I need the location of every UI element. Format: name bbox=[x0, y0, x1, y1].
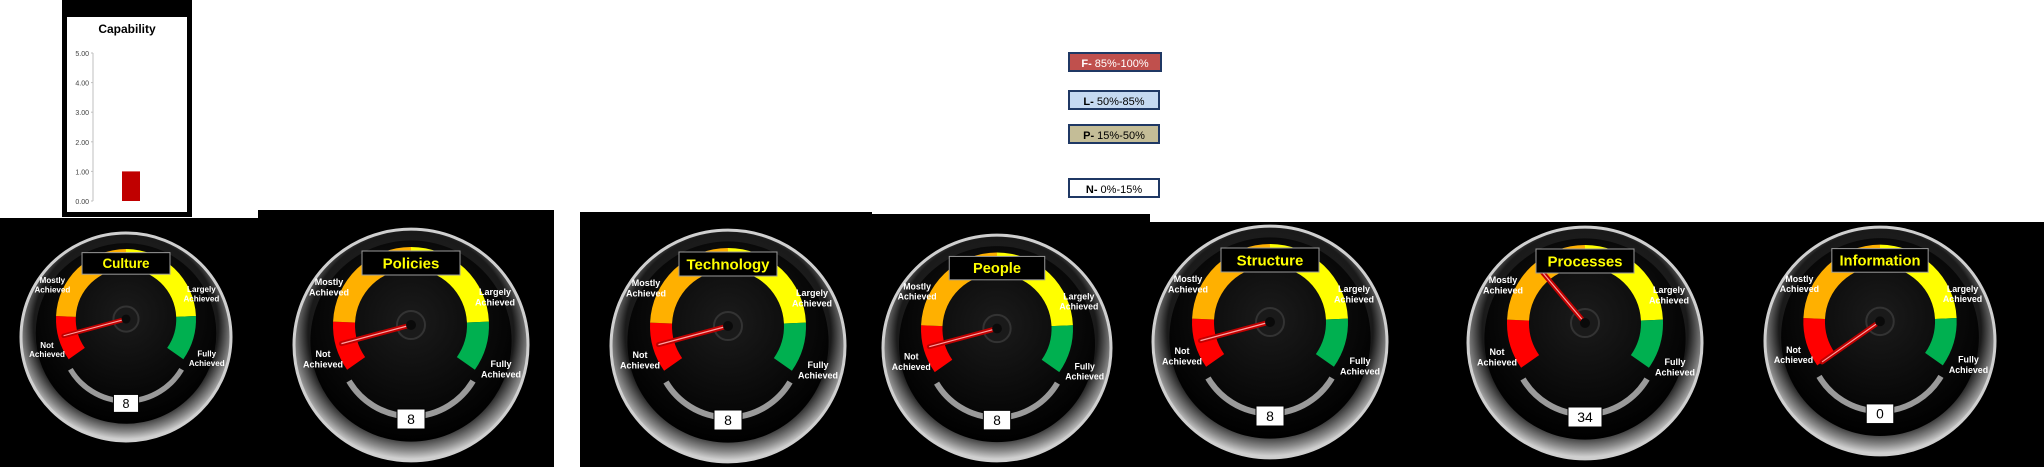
gauge-label-mostly: Mostly Achieved bbox=[1168, 274, 1208, 294]
gauge-zone-label-line: Achieved bbox=[898, 292, 937, 302]
gauge-policies: PoliciesMostly Achieved Largely AchievedNot… bbox=[292, 227, 530, 463]
gauge-zone-label-line: Achieved bbox=[1162, 356, 1202, 366]
gauge-zone-label-line: Achieved bbox=[34, 285, 70, 294]
gauge-zone-label-line: Achieved bbox=[303, 359, 343, 369]
gauge-zone-label-line: Fully bbox=[490, 359, 511, 369]
gauge-zone-label-line: Achieved bbox=[626, 288, 666, 298]
gauge-zone-label-line: Fully bbox=[1074, 361, 1095, 371]
gauge-label-mostly: Mostly Achieved bbox=[1780, 274, 1819, 294]
gauge-label-mostly: Mostly Achieved bbox=[1483, 275, 1523, 295]
gauge-zone-label-line: Achieved bbox=[1949, 365, 1988, 375]
gauge-zone-label-line: Achieved bbox=[1477, 357, 1517, 367]
gauge-title: Culture bbox=[102, 256, 150, 271]
gauge-zone-label-line: Achieved bbox=[1334, 294, 1374, 304]
gauge-needle-pivot bbox=[121, 314, 131, 324]
gauge-value: 8 bbox=[1266, 408, 1274, 424]
gauge-zone-label-line: Largely bbox=[796, 288, 828, 298]
gauge-zone-label-line: Achieved bbox=[475, 297, 515, 307]
gauge-zone-label-line: Achieved bbox=[1655, 367, 1695, 377]
gauge-people: PeopleMostly Achieved Largely AchievedNot Ac… bbox=[881, 233, 1113, 463]
gauge-zone-label-line: Mostly bbox=[40, 276, 66, 285]
gauge-zone-label-line: Achieved bbox=[1065, 372, 1104, 382]
gauge-title: Technology bbox=[686, 256, 770, 273]
gauge-zone-label-line: Achieved bbox=[1943, 294, 1982, 304]
gauge-zone-label-line: Fully bbox=[1958, 355, 1979, 365]
gauge-zone-label-line: Not bbox=[904, 352, 919, 362]
gauge-zone-label-line: Achieved bbox=[189, 359, 225, 368]
gauge-label-largely: Largely Achieved bbox=[475, 287, 515, 307]
gauge-zone-label-line: Achieved bbox=[798, 370, 838, 380]
gauge-zone-label-line: Achieved bbox=[1649, 295, 1689, 305]
gauge-label-largely: Largely Achieved bbox=[1649, 285, 1689, 305]
gauge-needle-pivot bbox=[1875, 316, 1885, 327]
gauge-technology: TechnologyMostly Achieved Largely AchievedN… bbox=[609, 228, 847, 464]
gauge-value: 8 bbox=[407, 411, 415, 427]
gauge-information: InformationMostly Achieved Largely Achieved… bbox=[1763, 225, 1997, 457]
gauge-zone-label-line: Largely bbox=[1653, 285, 1685, 295]
gauge-zone-label-line: Not bbox=[40, 341, 54, 350]
gauge-zone-label-line: Achieved bbox=[1780, 284, 1819, 294]
gauge-needle-pivot bbox=[406, 320, 416, 330]
gauge-label-mostly: Mostly Achieved bbox=[309, 277, 349, 297]
gauge-value: 34 bbox=[1577, 409, 1593, 425]
gauge-zone-label-line: Mostly bbox=[903, 282, 931, 292]
gauge-zone-label-line: Mostly bbox=[632, 278, 661, 288]
gauge-value: 8 bbox=[993, 413, 1001, 428]
gauge-zone-label-line: Achieved bbox=[1168, 284, 1208, 294]
gauge-zone-label-line: Largely bbox=[1063, 291, 1094, 301]
gauge-zone-label-line: Achieved bbox=[792, 298, 832, 308]
gauge-title: Processes bbox=[1547, 253, 1622, 270]
gauge-zone-label-line: Achieved bbox=[309, 287, 349, 297]
gauge-zone-label-line: Mostly bbox=[315, 277, 344, 287]
gauge-label-largely: Largely Achieved bbox=[1943, 284, 1982, 304]
gauges-layer: CultureMostly Achieved Largely AchievedNot A… bbox=[19, 224, 1997, 464]
gauge-zone-label-line: Not bbox=[1786, 345, 1801, 355]
gauge-label-largely: Largely Achieved bbox=[792, 288, 832, 308]
gauge-zone-label-line: Achieved bbox=[1774, 355, 1813, 365]
gauge-value: 0 bbox=[1876, 407, 1884, 422]
gauge-needle-pivot bbox=[723, 321, 733, 331]
gauge-zone-label-line: Largely bbox=[187, 285, 216, 294]
gauge-zone-label-line: Not bbox=[633, 350, 648, 360]
gauge-label-largely: Largely Achieved bbox=[1334, 284, 1374, 304]
gauge-zone-label-line: Not bbox=[1490, 347, 1505, 357]
gauge-label-mostly: Mostly Achieved bbox=[898, 282, 937, 302]
gauge-zone-label-line: Achieved bbox=[183, 294, 219, 303]
gauge-label-largely: Largely Achieved bbox=[183, 285, 219, 303]
gauge-label-mostly: Mostly Achieved bbox=[34, 276, 70, 294]
gauge-needle-pivot bbox=[1580, 318, 1590, 328]
gauge-zone-label-line: Mostly bbox=[1174, 274, 1203, 284]
gauge-zone-label-line: Fully bbox=[807, 360, 828, 370]
gauge-zone-label-line: Not bbox=[316, 349, 331, 359]
gauge-zone-label-line: Achieved bbox=[481, 369, 521, 379]
gauge-zone-label-line: Largely bbox=[1338, 284, 1370, 294]
gauge-zone-label-line: Achieved bbox=[620, 360, 660, 370]
gauge-title: Structure bbox=[1237, 252, 1304, 269]
gauge-label-mostly: Mostly Achieved bbox=[626, 278, 666, 298]
gauge-zone-label-line: Mostly bbox=[1785, 274, 1813, 284]
gauge-title: People bbox=[973, 261, 1021, 277]
gauge-structure: StructureMostly Achieved Largely AchievedNo… bbox=[1151, 224, 1389, 460]
gauge-zone-label-line: Largely bbox=[1947, 284, 1978, 294]
gauge-value: 8 bbox=[724, 412, 732, 428]
gauge-title: Information bbox=[1839, 254, 1920, 270]
gauge-zone-label-line: Achieved bbox=[29, 350, 65, 359]
gauge-zone-label-line: Largely bbox=[479, 287, 511, 297]
gauge-zone-label-line: Achieved bbox=[892, 362, 931, 372]
gauge-needle-pivot bbox=[992, 323, 1002, 334]
gauge-zone-label-line: Achieved bbox=[1340, 366, 1380, 376]
gauge-needle-pivot bbox=[1265, 317, 1275, 327]
gauge-culture: CultureMostly Achieved Largely AchievedNot A… bbox=[19, 231, 233, 443]
gauge-zone-label-line: Mostly bbox=[1489, 275, 1518, 285]
gauge-zone-label-line: Not bbox=[1175, 346, 1190, 356]
gauge-zone-label-line: Achieved bbox=[1483, 285, 1523, 295]
gauge-zone-label-line: Fully bbox=[197, 350, 216, 359]
gauge-zone-label-line: Achieved bbox=[1059, 301, 1098, 311]
gauge-label-largely: Largely Achieved bbox=[1059, 291, 1098, 311]
gauge-zone-label-line: Fully bbox=[1349, 356, 1370, 366]
gauge-zone-label-line: Fully bbox=[1664, 357, 1685, 367]
gauge-value: 8 bbox=[123, 397, 130, 411]
gauge-title: Policies bbox=[383, 255, 440, 272]
gauge-processes: ProcessesMostly Achieved Largely AchievedNo… bbox=[1466, 225, 1704, 461]
